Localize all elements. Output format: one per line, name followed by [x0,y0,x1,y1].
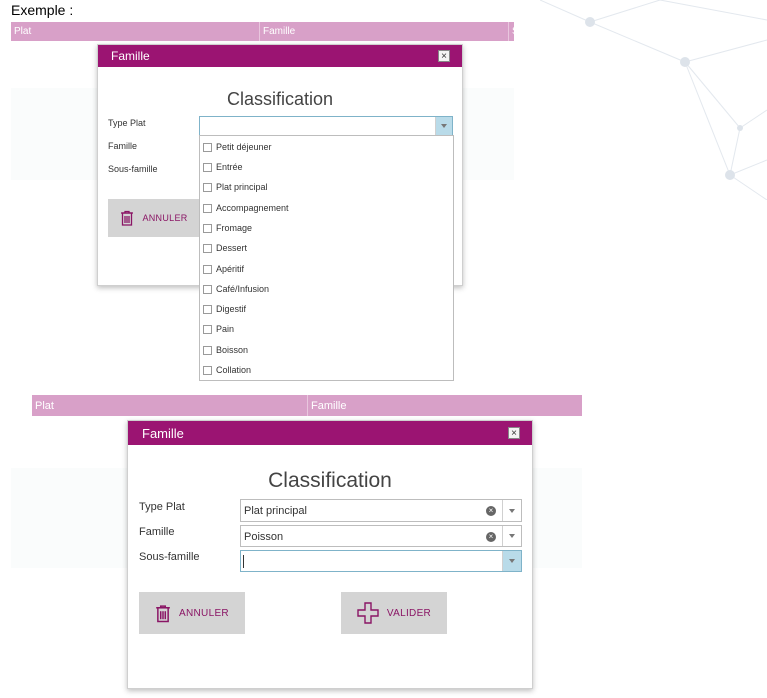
checkbox[interactable] [203,243,212,253]
close-button[interactable]: × [438,50,450,62]
checkbox[interactable] [203,223,212,233]
sous-famille-select[interactable] [240,550,522,572]
classification-heading: Classification [268,469,392,492]
cancel-button[interactable]: ANNULER [139,592,245,634]
clear-icon[interactable]: × [486,532,496,542]
sous-famille-label: Sous-famille [139,551,200,563]
famille-dialog-bottom: Famille × Classification Type Plat Famil… [127,420,533,689]
checkbox[interactable] [203,264,212,274]
checkbox[interactable] [203,365,212,375]
dropdown-arrow-icon[interactable] [502,500,521,521]
famille-label: Famille [139,526,175,538]
trash-icon [121,210,134,226]
dropdown-item[interactable]: Café/Infusion [200,279,453,299]
type-plat-value: Plat principal [244,505,307,517]
plus-icon [357,602,379,624]
dropdown-item[interactable]: Petit déjeuner [200,137,453,157]
column-header-s[interactable]: S [509,26,519,37]
checkbox[interactable] [203,324,212,334]
dialog-title: Famille [142,425,184,441]
checkbox[interactable] [203,284,212,294]
famille-select[interactable]: Poisson × [240,525,522,547]
dropdown-item[interactable]: Apéritif [200,259,453,279]
classification-heading: Classification [226,89,334,109]
table-header-bottom: Plat Famille [32,395,582,416]
checkbox[interactable] [203,304,212,314]
dropdown-item[interactable]: Pain [200,319,453,339]
type-plat-select[interactable] [199,116,453,136]
network-decoration [540,0,767,200]
column-header-plat[interactable]: Plat [11,26,31,37]
column-header-famille[interactable]: Famille [308,400,346,412]
table-header-top: Plat Famille S [11,22,519,41]
text-caret [243,555,244,568]
column-header-plat[interactable]: Plat [32,400,54,412]
dialog-header: Famille × [128,421,532,445]
dropdown-arrow-icon[interactable] [435,117,452,135]
dropdown-item[interactable]: Boisson [200,340,453,360]
example-label: Exemple : [11,2,74,18]
dropdown-item[interactable]: Accompagnement [200,198,453,218]
close-button[interactable]: × [508,427,520,439]
cancel-button-label: ANNULER [179,607,229,619]
dropdown-arrow-icon[interactable] [502,526,521,546]
validate-button[interactable]: VALIDER [341,592,447,634]
checkbox[interactable] [203,182,212,192]
famille-value: Poisson [244,531,284,543]
dropdown-item[interactable]: Fromage [200,218,453,238]
type-plat-label: Type Plat [108,118,146,128]
dropdown-item[interactable]: Digestif [200,299,453,319]
famille-label: Famille [108,141,138,151]
cancel-button[interactable]: ANNULER [108,199,200,237]
dropdown-item[interactable]: Plat principal [200,177,453,197]
type-plat-select[interactable]: Plat principal × [240,499,522,522]
checkbox[interactable] [203,162,212,172]
cancel-button-label: ANNULER [142,213,188,223]
checkbox[interactable] [203,203,212,213]
dropdown-arrow-icon[interactable] [502,551,521,571]
dropdown-item[interactable]: Dessert [200,238,453,258]
clear-icon[interactable]: × [486,506,496,516]
type-plat-label: Type Plat [139,501,185,513]
checkbox[interactable] [203,142,212,152]
validate-button-label: VALIDER [386,607,432,619]
dialog-header: Famille × [98,45,462,67]
column-header-famille[interactable]: Famille [260,26,295,37]
trash-icon [156,604,170,622]
sous-famille-label: Sous-famille [108,164,158,174]
dialog-title: Famille [111,49,150,63]
dropdown-item[interactable]: Entrée [200,157,453,177]
dropdown-item[interactable]: Collation [200,360,453,380]
type-plat-dropdown-list: Petit déjeuner Entrée Plat principal Acc… [199,135,454,381]
checkbox[interactable] [203,345,212,355]
